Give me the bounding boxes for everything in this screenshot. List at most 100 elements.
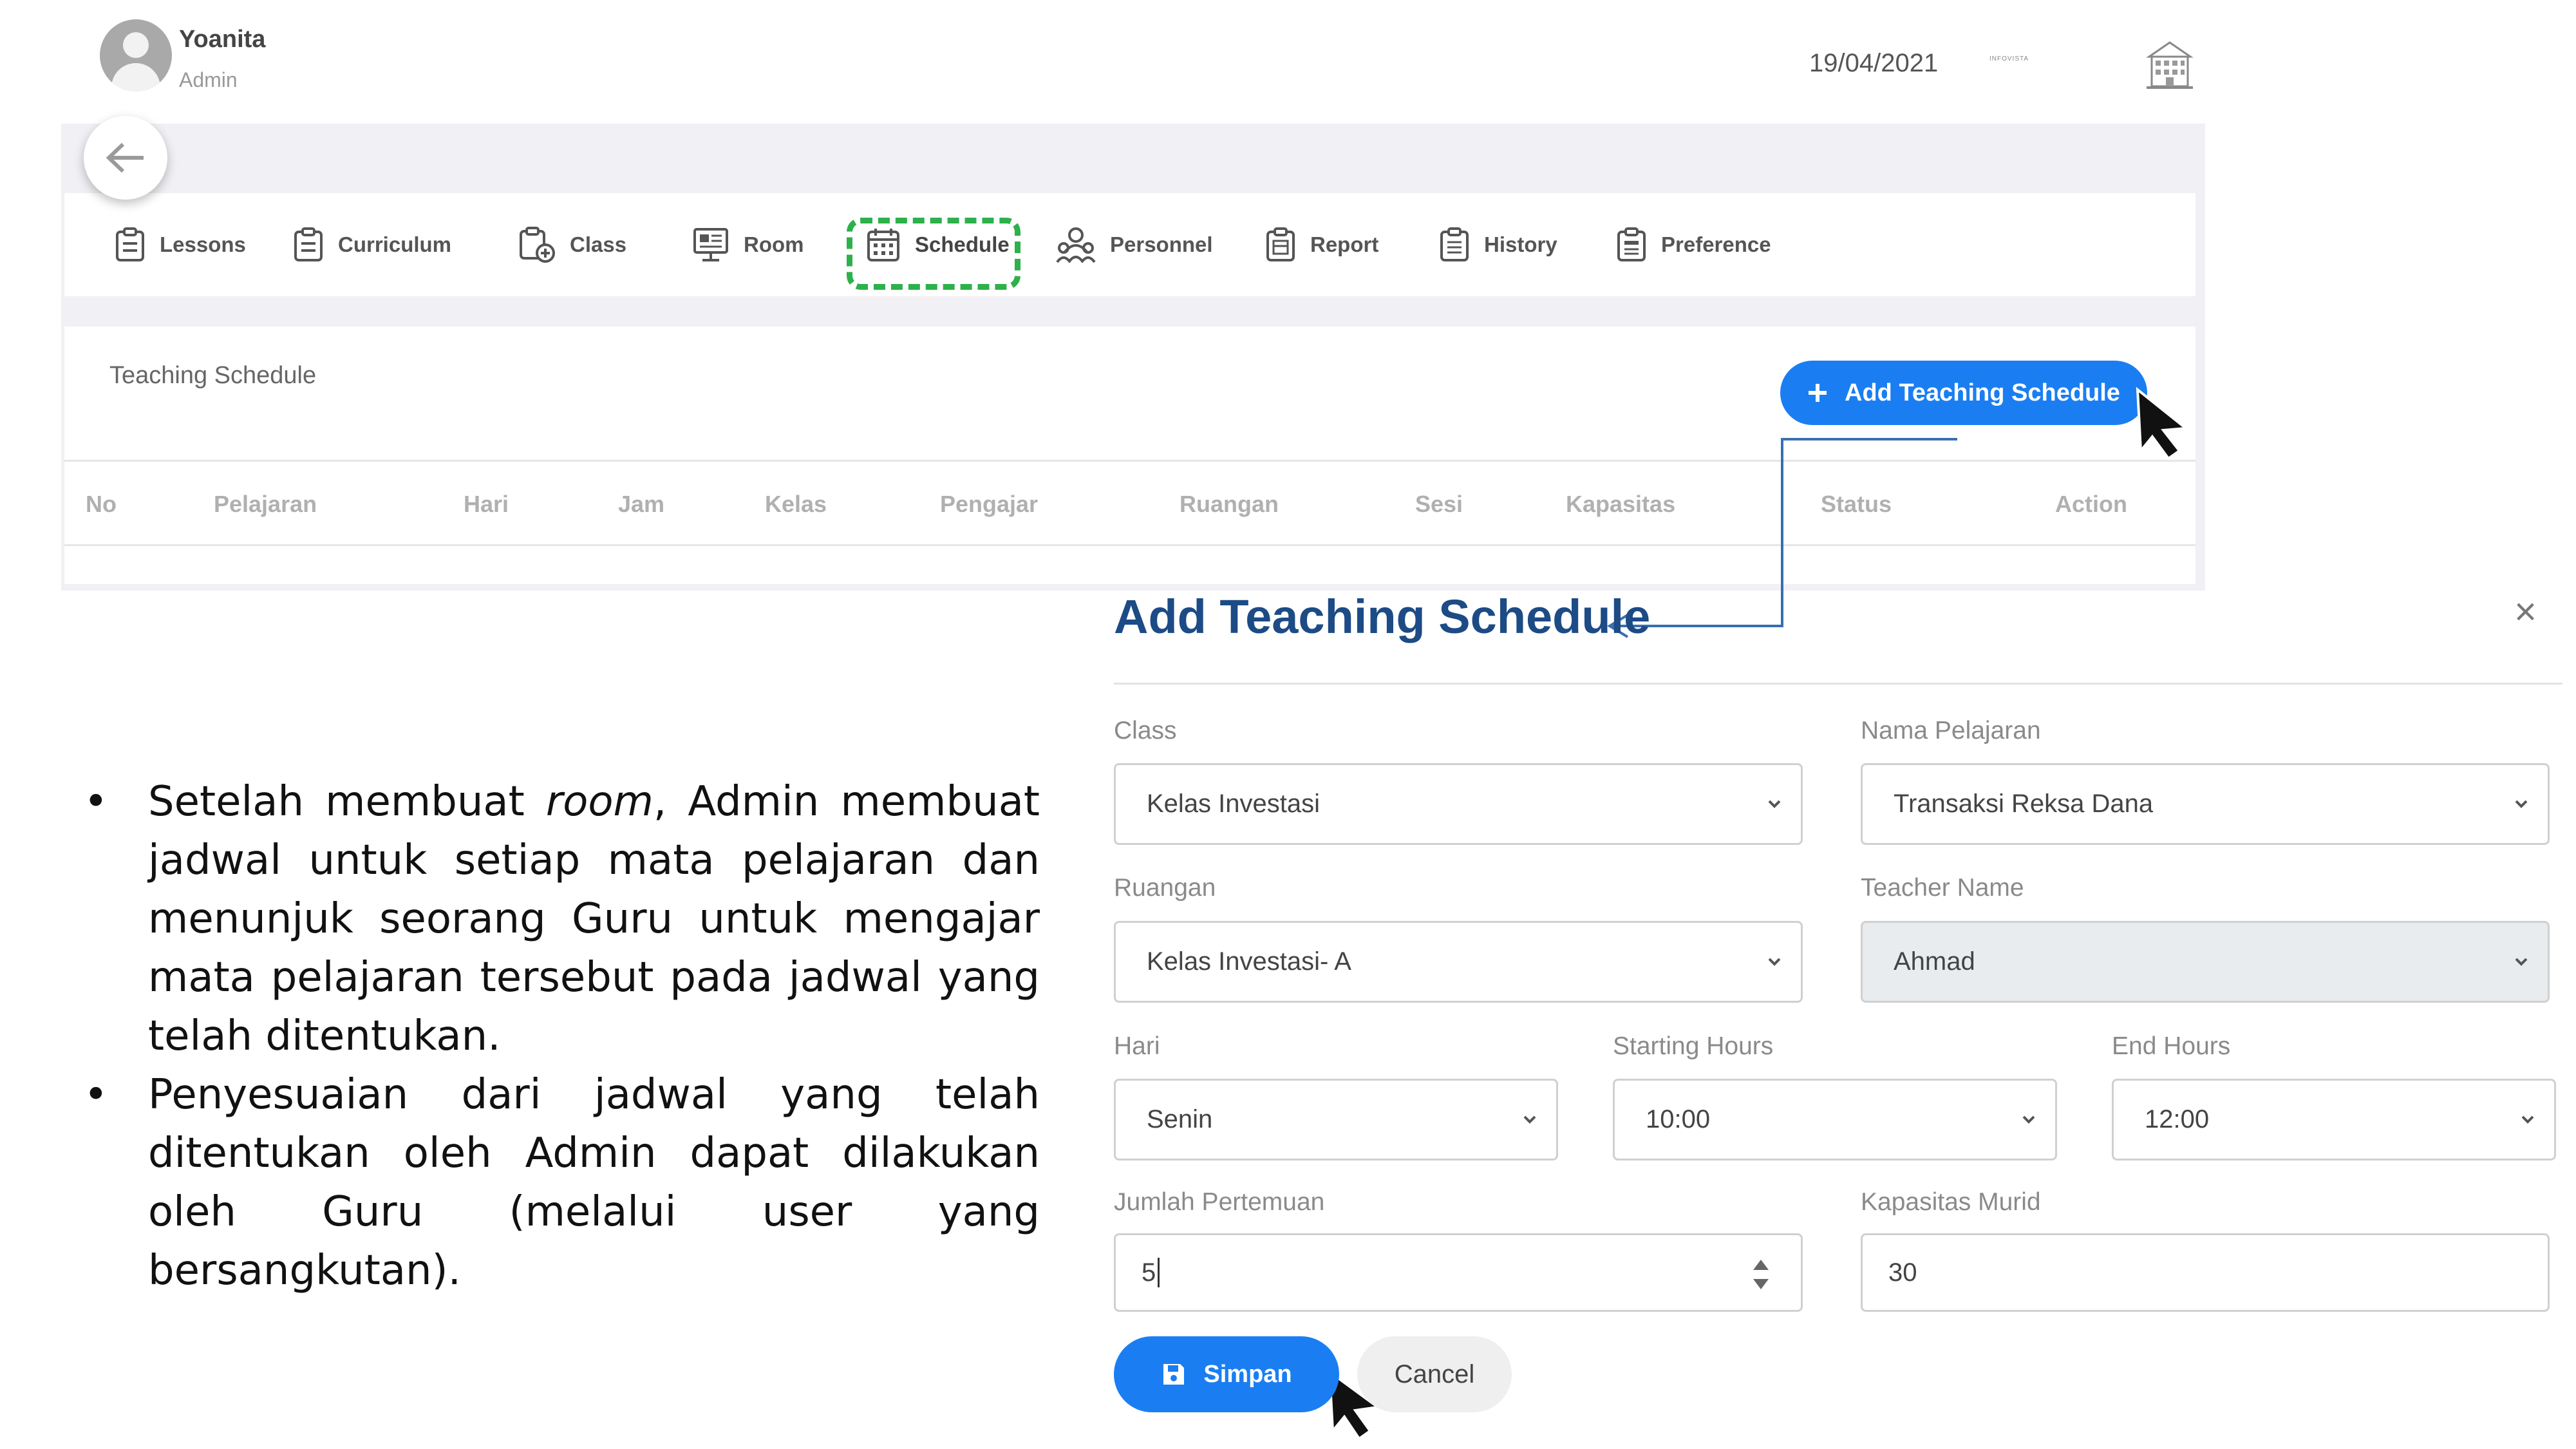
instruction-notes: • Setelah membuat room, Admin membuat ja… xyxy=(80,773,1040,1300)
building-icon[interactable] xyxy=(2144,40,2195,91)
note-item: • Penyesuaian dari jadwal yang telah dit… xyxy=(80,1066,1040,1300)
clipboard-settings-icon xyxy=(1617,227,1646,261)
nav-personnel[interactable]: Personnel xyxy=(1056,225,1213,264)
end-hours-select[interactable]: 12:00 xyxy=(2112,1079,2556,1160)
note-text-emphasis: room xyxy=(545,778,653,826)
column-header[interactable]: No xyxy=(86,491,117,518)
note-text: Penyesuaian dari jadwal yang telah diten… xyxy=(148,1071,1040,1294)
starting-hours-select[interactable]: 10:00 xyxy=(1613,1079,2057,1160)
nav-label: Class xyxy=(570,232,627,256)
end-hours-label: End Hours xyxy=(2112,1032,2231,1060)
column-header[interactable]: Action xyxy=(2055,491,2127,518)
kapasitas-murid-value: 30 xyxy=(1888,1258,1917,1287)
divider xyxy=(64,460,2195,462)
cancel-button[interactable]: Cancel xyxy=(1357,1336,1512,1412)
nav-label: Room xyxy=(744,232,804,256)
modal-divider xyxy=(1114,683,2562,685)
back-button[interactable] xyxy=(84,116,167,200)
save-button[interactable]: Simpan xyxy=(1114,1336,1339,1412)
chevron-down-icon xyxy=(1768,800,1781,808)
ruangan-value: Kelas Investasi- A xyxy=(1147,947,1351,976)
divider xyxy=(64,544,2195,546)
starting-hours-label: Starting Hours xyxy=(1613,1032,1774,1060)
nav-label: History xyxy=(1484,232,1557,256)
kapasitas-murid-input[interactable]: 30 xyxy=(1861,1233,2550,1312)
nav-preference[interactable]: Preference xyxy=(1616,225,1771,264)
add-button-label: Add Teaching Schedule xyxy=(1845,379,2120,406)
class-label: Class xyxy=(1114,717,1177,744)
bullet-icon: • xyxy=(84,778,108,826)
note-text: Setelah membuat room, Admin membuat jadw… xyxy=(148,773,1040,1066)
jumlah-pertemuan-value: 5 xyxy=(1142,1258,1156,1287)
close-icon[interactable]: × xyxy=(2514,589,2537,634)
nama-pelajaran-select[interactable]: Transaksi Reksa Dana xyxy=(1861,763,2550,845)
nav-label: Personnel xyxy=(1110,232,1213,256)
teacher-name-select[interactable]: Ahmad xyxy=(1861,921,2550,1003)
jumlah-pertemuan-label: Jumlah Pertemuan xyxy=(1114,1188,1325,1216)
end-hours-value: 12:00 xyxy=(2145,1105,2210,1133)
column-header[interactable]: Sesi xyxy=(1415,491,1463,518)
hari-value: Senin xyxy=(1147,1105,1213,1133)
chevron-down-icon xyxy=(2515,958,2528,966)
brand-logo: INFOVISTA xyxy=(1989,55,2029,62)
ruangan-label: Ruangan xyxy=(1114,874,1216,902)
clipboard-report-icon xyxy=(1266,227,1295,261)
monitor-icon xyxy=(693,228,728,261)
text-caret xyxy=(1158,1258,1160,1287)
clipboard-icon xyxy=(116,227,144,261)
nav-label: Curriculum xyxy=(338,232,452,256)
chevron-down-icon xyxy=(2521,1115,2534,1124)
chevron-down-icon xyxy=(1768,958,1781,966)
note-text-part: Setelah membuat xyxy=(148,778,546,826)
clipboard-add-icon xyxy=(520,227,555,263)
floppy-disk-icon xyxy=(1163,1364,1185,1385)
nama-pelajaran-value: Transaksi Reksa Dana xyxy=(1894,790,2154,818)
nav-room[interactable]: Room xyxy=(692,225,804,264)
starting-hours-value: 10:00 xyxy=(1646,1105,1711,1133)
nav-lessons[interactable]: Lessons xyxy=(115,225,246,264)
plus-icon xyxy=(1809,384,1827,402)
user-name: Yoanita xyxy=(179,26,266,53)
nama-pelajaran-label: Nama Pelajaran xyxy=(1861,717,2041,744)
class-select[interactable]: Kelas Investasi xyxy=(1114,763,1803,845)
column-header[interactable]: Kelas xyxy=(765,491,827,518)
class-select-value: Kelas Investasi xyxy=(1147,790,1321,818)
clipboard-icon xyxy=(294,227,323,261)
nav-curriculum[interactable]: Curriculum xyxy=(293,225,451,264)
column-header[interactable]: Pengajar xyxy=(940,491,1038,518)
chevron-down-icon xyxy=(2515,800,2528,808)
active-tab-highlight xyxy=(847,218,1020,290)
column-header[interactable]: Pelajaran xyxy=(214,491,317,518)
hari-label: Hari xyxy=(1114,1032,1160,1060)
column-header[interactable]: Ruangan xyxy=(1180,491,1279,518)
nav-history[interactable]: History xyxy=(1439,225,1557,264)
teacher-name-value: Ahmad xyxy=(1894,947,1975,976)
current-date: 19/04/2021 xyxy=(1809,49,1939,77)
chevron-down-icon xyxy=(1523,1115,1536,1124)
modal-title: Add Teaching Schedule xyxy=(1114,590,1651,643)
nav-label: Preference xyxy=(1661,232,1771,256)
nav-report[interactable]: Report xyxy=(1265,225,1378,264)
teacher-name-label: Teacher Name xyxy=(1861,874,2024,902)
user-avatar-icon[interactable] xyxy=(100,19,172,91)
bullet-icon: • xyxy=(84,1071,108,1119)
nav-label: Report xyxy=(1310,232,1379,256)
column-header[interactable]: Jam xyxy=(618,491,664,518)
save-button-label: Simpan xyxy=(1203,1360,1292,1388)
hari-select[interactable]: Senin xyxy=(1114,1079,1558,1160)
main-nav: Lessons Curriculum Class Room Schedule P… xyxy=(64,193,2195,296)
kapasitas-murid-label: Kapasitas Murid xyxy=(1861,1188,2041,1216)
ruangan-select[interactable]: Kelas Investasi- A xyxy=(1114,921,1803,1003)
nav-class[interactable]: Class xyxy=(518,225,626,264)
column-header[interactable]: Kapasitas xyxy=(1566,491,1675,518)
clipboard-history-icon xyxy=(1440,227,1469,261)
column-header[interactable]: Hari xyxy=(464,491,509,518)
jumlah-pertemuan-input[interactable]: 5 xyxy=(1114,1233,1803,1312)
nav-label: Lessons xyxy=(160,232,246,256)
schedule-title: Teaching Schedule xyxy=(109,362,317,389)
note-item: • Setelah membuat room, Admin membuat ja… xyxy=(80,773,1040,1066)
number-spinner-icon[interactable] xyxy=(1752,1257,1770,1292)
column-header[interactable]: Status xyxy=(1821,491,1892,518)
add-teaching-schedule-button[interactable]: Add Teaching Schedule xyxy=(1780,361,2147,425)
people-icon xyxy=(1056,227,1096,263)
